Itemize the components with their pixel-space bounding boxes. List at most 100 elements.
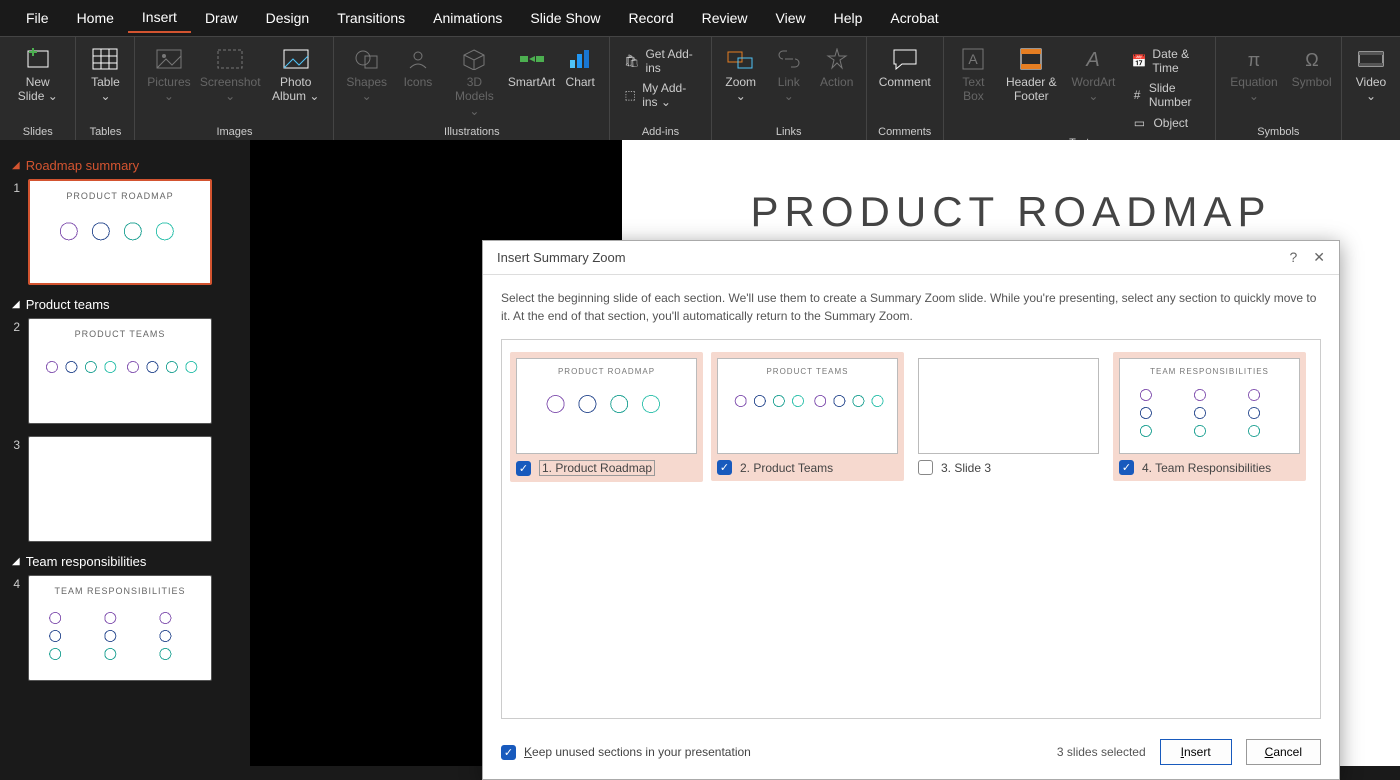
- number-icon: #: [1131, 87, 1142, 103]
- group-label: Comments: [873, 122, 937, 140]
- menu-bar: FileHomeInsertDrawDesignTransitionsAnima…: [0, 0, 1400, 36]
- keep-sections-checkbox[interactable]: ✓: [501, 745, 516, 760]
- link-label: Link ⌄: [772, 75, 806, 104]
- link-button[interactable]: Link ⌄: [766, 41, 812, 106]
- pictures-button[interactable]: Pictures ⌄: [141, 41, 196, 106]
- zoom-button[interactable]: Zoom ⌄: [718, 41, 764, 106]
- slide-thumbnail[interactable]: PRODUCT ROADMAP: [28, 179, 212, 285]
- slide-panel[interactable]: ◢Roadmap summary1PRODUCT ROADMAP◢Product…: [0, 140, 250, 766]
- action-label: Action: [820, 75, 853, 89]
- insert-button[interactable]: Insert: [1160, 739, 1232, 765]
- cancel-button[interactable]: Cancel: [1246, 739, 1321, 765]
- shapes-button[interactable]: Shapes ⌄: [340, 41, 392, 106]
- equation-button[interactable]: πEquation ⌄: [1222, 41, 1287, 106]
- section-header[interactable]: ◢Team responsibilities: [12, 554, 242, 569]
- equation-label: Equation ⌄: [1228, 75, 1281, 104]
- zoom-label: Zoom ⌄: [724, 75, 758, 104]
- keep-sections-label: Keep unused sections in your presentatio…: [524, 745, 751, 759]
- close-button[interactable]: ✕: [1313, 249, 1325, 266]
- zoom-item[interactable]: PRODUCT TEAMS✓2. Product Teams: [711, 352, 904, 481]
- ribbon-group-images: Pictures ⌄ Screenshot ⌄ Photo Album ⌄ Im…: [135, 37, 334, 140]
- zoom-item[interactable]: TEAM RESPONSIBILITIES✓4. Team Responsibi…: [1113, 352, 1306, 481]
- 3d-models-button[interactable]: 3D Models ⌄: [443, 41, 506, 120]
- ribbon-group-slides: New Slide ⌄ Slides: [0, 37, 76, 140]
- menu-tab-insert[interactable]: Insert: [128, 3, 191, 33]
- screenshot-button[interactable]: Screenshot ⌄: [198, 41, 262, 106]
- video-button[interactable]: Video ⌄: [1348, 41, 1394, 106]
- header-footer-icon: [1020, 43, 1042, 75]
- new-slide-button[interactable]: New Slide ⌄: [6, 41, 69, 106]
- smartart-label: SmartArt: [508, 75, 555, 89]
- zoom-item-list: PRODUCT ROADMAP✓1. Product RoadmapPRODUC…: [501, 339, 1321, 719]
- dialog-titlebar: Insert Summary Zoom ? ✕: [483, 241, 1339, 274]
- ribbon-group-text: AText Box Header & Footer AWordArt ⌄ 📅Da…: [944, 37, 1216, 140]
- zoom-item-thumbnail: [918, 358, 1099, 454]
- slide-thumbnail[interactable]: [28, 436, 212, 542]
- slide-thumbnail-row: 3: [8, 436, 242, 542]
- menu-tab-home[interactable]: Home: [63, 4, 128, 32]
- menu-tab-file[interactable]: File: [12, 4, 63, 32]
- action-icon: [826, 43, 848, 75]
- menu-tab-draw[interactable]: Draw: [191, 4, 252, 32]
- dialog-body: Select the beginning slide of each secti…: [483, 274, 1339, 729]
- group-label: Links: [718, 122, 860, 140]
- zoom-item-label-row: 3. Slide 3: [918, 460, 1099, 475]
- zoom-item-checkbox[interactable]: ✓: [717, 460, 732, 475]
- zoom-item-checkbox[interactable]: ✓: [1119, 460, 1134, 475]
- menu-tab-slide-show[interactable]: Slide Show: [516, 4, 614, 32]
- slide-thumbnail-row: 4 TEAM RESPONSIBILITIES: [8, 575, 242, 681]
- zoom-item-label: 4. Team Responsibilities: [1142, 461, 1271, 475]
- date-time-label: Date & Time: [1152, 47, 1200, 75]
- comment-button[interactable]: Comment: [873, 41, 937, 91]
- menu-tab-review[interactable]: Review: [688, 4, 762, 32]
- zoom-item[interactable]: PRODUCT ROADMAP✓1. Product Roadmap: [510, 352, 703, 482]
- header-footer-button[interactable]: Header & Footer: [999, 41, 1063, 106]
- zoom-item-checkbox[interactable]: ✓: [516, 461, 531, 476]
- collapse-icon: ◢: [12, 299, 20, 310]
- slide-number: 3: [8, 436, 20, 452]
- menu-tab-help[interactable]: Help: [820, 4, 877, 32]
- ribbon-group-tables: Table ⌄ Tables: [76, 37, 135, 140]
- addins-icon: ⬚: [624, 87, 636, 103]
- new-slide-label: New Slide ⌄: [12, 75, 63, 104]
- help-button[interactable]: ?: [1289, 249, 1297, 266]
- smartart-button[interactable]: SmartArt: [508, 41, 555, 91]
- wordart-button[interactable]: AWordArt ⌄: [1065, 41, 1121, 106]
- symbol-button[interactable]: ΩSymbol: [1288, 41, 1335, 91]
- slide-thumbnail-row: 1PRODUCT ROADMAP: [8, 179, 242, 285]
- section-header[interactable]: ◢Product teams: [12, 297, 242, 312]
- chart-button[interactable]: Chart: [557, 41, 603, 91]
- section-title: Roadmap summary: [26, 158, 139, 173]
- slide-number: 2: [8, 318, 20, 334]
- table-button[interactable]: Table ⌄: [82, 41, 128, 106]
- action-button[interactable]: Action: [814, 41, 860, 91]
- menu-tab-animations[interactable]: Animations: [419, 4, 516, 32]
- object-button[interactable]: ▭Object: [1123, 113, 1208, 133]
- slide-number: 4: [8, 575, 20, 591]
- header-footer-label: Header & Footer: [1005, 75, 1057, 104]
- slide-thumbnail[interactable]: TEAM RESPONSIBILITIES: [28, 575, 212, 681]
- slide-thumbnail[interactable]: PRODUCT TEAMS: [28, 318, 212, 424]
- menu-tab-transitions[interactable]: Transitions: [323, 4, 419, 32]
- zoom-item[interactable]: 3. Slide 3: [912, 352, 1105, 481]
- textbox-button[interactable]: AText Box: [950, 41, 997, 106]
- shapes-icon: [355, 43, 379, 75]
- my-addins-button[interactable]: ⬚My Add-ins ⌄: [616, 79, 705, 111]
- zoom-item-checkbox[interactable]: [918, 460, 933, 475]
- zoom-item-label-row: ✓ 4. Team Responsibilities: [1119, 460, 1300, 475]
- icons-label: Icons: [404, 75, 433, 89]
- slide-number-button[interactable]: #Slide Number: [1123, 79, 1208, 111]
- dialog-title: Insert Summary Zoom: [497, 250, 626, 265]
- textbox-icon: A: [962, 43, 984, 75]
- menu-tab-view[interactable]: View: [762, 4, 820, 32]
- symbol-icon: Ω: [1300, 43, 1324, 75]
- menu-tab-record[interactable]: Record: [614, 4, 687, 32]
- date-time-button[interactable]: 📅Date & Time: [1123, 45, 1208, 77]
- icons-button[interactable]: Icons: [395, 41, 441, 91]
- get-addins-button[interactable]: 🛍Get Add-ins: [616, 45, 705, 77]
- ribbon-group-addins: 🛍Get Add-ins ⬚My Add-ins ⌄ Add-ins: [610, 37, 712, 140]
- section-header[interactable]: ◢Roadmap summary: [12, 158, 242, 173]
- menu-tab-acrobat[interactable]: Acrobat: [876, 4, 952, 32]
- menu-tab-design[interactable]: Design: [252, 4, 324, 32]
- photo-album-button[interactable]: Photo Album ⌄: [264, 41, 328, 106]
